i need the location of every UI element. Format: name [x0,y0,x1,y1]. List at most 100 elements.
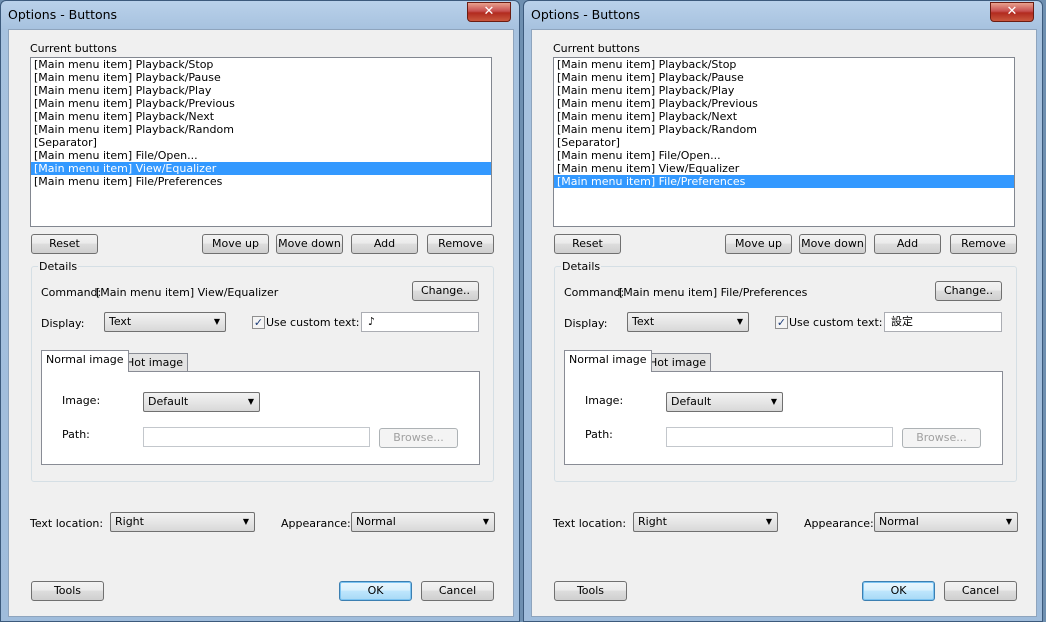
chevron-down-icon: ▼ [242,517,249,526]
text-location-dropdown[interactable]: Right ▼ [110,512,255,532]
current-buttons-label: Current buttons [553,42,640,55]
current-buttons-list[interactable]: [Main menu item] Playback/Stop [Main men… [30,57,492,227]
appearance-dropdown[interactable]: Normal ▼ [874,512,1018,532]
use-custom-text-checkbox[interactable]: ✓ [775,316,788,329]
image-label: Image: [585,394,624,407]
move-down-button[interactable]: Move down [276,234,343,254]
list-item[interactable]: [Separator] [554,136,1014,149]
command-value: [Main menu item] View/Equalizer [96,286,279,299]
dialog-client-area: Current buttons [Main menu item] Playbac… [8,29,514,617]
tools-button[interactable]: Tools [31,581,104,601]
path-label: Path: [62,428,90,441]
details-label: Details [38,260,79,273]
path-label: Path: [585,428,613,441]
custom-text-input[interactable]: 設定 [884,312,1002,332]
use-custom-text-checkbox[interactable]: ✓ [252,316,265,329]
current-buttons-list[interactable]: [Main menu item] Playback/Stop [Main men… [553,57,1015,227]
browse-button[interactable]: Browse... [902,428,981,448]
cancel-button[interactable]: Cancel [421,581,494,601]
tab-normal-image[interactable]: Normal image [564,350,652,372]
appearance-label: Appearance: [281,517,351,530]
list-item[interactable]: [Main menu item] File/Preferences [31,175,491,188]
text-location-value: Right [638,515,667,528]
ok-button[interactable]: OK [862,581,935,601]
tab-hot-image[interactable]: Hot image [644,353,712,372]
appearance-value: Normal [879,515,919,528]
change-button[interactable]: Change.. [935,281,1002,301]
remove-button[interactable]: Remove [950,234,1017,254]
checkmark-icon: ✓ [253,316,264,329]
reset-button[interactable]: Reset [31,234,98,254]
display-dropdown[interactable]: Text ▼ [104,312,226,332]
move-down-button[interactable]: Move down [799,234,866,254]
chevron-down-icon: ▼ [770,397,777,406]
list-item[interactable]: [Main menu item] Playback/Pause [31,71,491,84]
options-buttons-window-right: Options - Buttons ✕ Current buttons [Mai… [523,0,1043,622]
appearance-dropdown[interactable]: Normal ▼ [351,512,495,532]
text-location-label: Text location: [553,517,627,530]
list-item[interactable]: [Main menu item] Playback/Pause [554,71,1014,84]
chevron-down-icon: ▼ [247,397,254,406]
list-item[interactable]: [Main menu item] Playback/Stop [554,58,1014,71]
path-input[interactable] [143,427,370,447]
chevron-down-icon: ▼ [1005,517,1012,526]
image-dropdown[interactable]: Default ▼ [666,392,783,412]
remove-button[interactable]: Remove [427,234,494,254]
display-dropdown[interactable]: Text ▼ [627,312,749,332]
image-dropdown[interactable]: Default ▼ [143,392,260,412]
command-label: Command: [41,286,102,299]
list-item[interactable]: [Main menu item] Playback/Previous [554,97,1014,110]
add-button[interactable]: Add [874,234,941,254]
window-title: Options - Buttons [8,7,118,22]
chevron-down-icon: ▼ [765,517,772,526]
close-button[interactable]: ✕ [990,2,1034,22]
reset-button[interactable]: Reset [554,234,621,254]
list-item[interactable]: [Main menu item] View/Equalizer [31,162,491,175]
ok-button[interactable]: OK [339,581,412,601]
list-item[interactable]: [Separator] [31,136,491,149]
display-label: Display: [564,317,608,330]
list-item[interactable]: [Main menu item] Playback/Stop [31,58,491,71]
tab-hot-image[interactable]: Hot image [121,353,189,372]
path-input[interactable] [666,427,893,447]
command-label: Command: [564,286,625,299]
display-dropdown-value: Text [109,315,132,328]
list-item[interactable]: [Main menu item] Playback/Next [554,110,1014,123]
text-location-dropdown[interactable]: Right ▼ [633,512,778,532]
chevron-down-icon: ▼ [482,517,489,526]
details-label: Details [561,260,602,273]
browse-button[interactable]: Browse... [379,428,458,448]
options-buttons-window-left: Options - Buttons ✕ Current buttons [Mai… [0,0,520,622]
list-item[interactable]: [Main menu item] Playback/Previous [31,97,491,110]
display-dropdown-value: Text [632,315,655,328]
chevron-down-icon: ▼ [213,317,220,326]
normal-image-tab-panel [41,371,480,465]
list-item[interactable]: [Main menu item] Playback/Play [554,84,1014,97]
checkmark-icon: ✓ [776,316,787,329]
title-bar[interactable]: Options - Buttons ✕ [524,1,1042,29]
title-bar[interactable]: Options - Buttons ✕ [1,1,519,29]
image-dropdown-value: Default [671,395,712,408]
chevron-down-icon: ▼ [736,317,743,326]
current-buttons-label: Current buttons [30,42,117,55]
move-up-button[interactable]: Move up [202,234,269,254]
display-label: Display: [41,317,85,330]
add-button[interactable]: Add [351,234,418,254]
custom-text-input[interactable]: ♪ [361,312,479,332]
close-button[interactable]: ✕ [467,2,511,22]
list-item[interactable]: [Main menu item] View/Equalizer [554,162,1014,175]
close-icon: ✕ [483,4,495,19]
list-item[interactable]: [Main menu item] Playback/Random [31,123,491,136]
list-item[interactable]: [Main menu item] File/Open... [554,149,1014,162]
change-button[interactable]: Change.. [412,281,479,301]
list-item[interactable]: [Main menu item] Playback/Play [31,84,491,97]
list-item[interactable]: [Main menu item] Playback/Next [31,110,491,123]
list-item[interactable]: [Main menu item] File/Preferences [554,175,1014,188]
tab-normal-image[interactable]: Normal image [41,350,129,372]
list-item[interactable]: [Main menu item] File/Open... [31,149,491,162]
tools-button[interactable]: Tools [554,581,627,601]
text-location-value: Right [115,515,144,528]
cancel-button[interactable]: Cancel [944,581,1017,601]
move-up-button[interactable]: Move up [725,234,792,254]
list-item[interactable]: [Main menu item] Playback/Random [554,123,1014,136]
